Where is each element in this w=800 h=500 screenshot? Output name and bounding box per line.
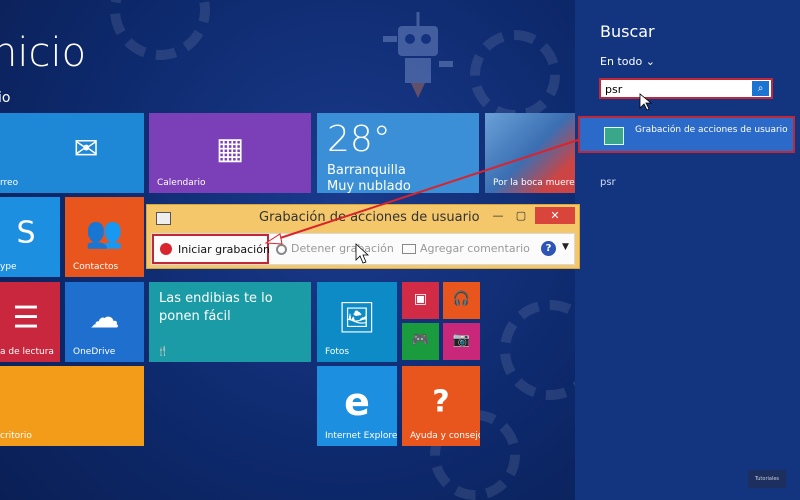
calendar-icon: ▦ [215,131,245,167]
weather-temp: 28° [327,119,391,160]
add-comment-label: Agregar comentario [420,242,530,255]
tile-food[interactable]: Las endibias te lo ponen fácil 🍴 [149,282,311,362]
photo-icon: 🖼 [337,300,377,336]
close-button[interactable]: ✕ [535,207,575,224]
tile-label: critorio [0,431,32,441]
stop-recording-button[interactable]: Detener grabación [276,239,394,259]
help-icon: ? [432,384,450,420]
help-button[interactable]: ? [541,241,556,256]
minimize-button[interactable]: — [487,207,509,224]
gear-decoration [500,300,575,400]
weather-condition: Muy nublado [327,179,411,193]
recorder-toolbar: Iniciar grabación Detener grabación Agre… [151,233,575,265]
tile-sport[interactable]: Por la boca muere [485,113,575,193]
tile-label: Fotos [325,347,350,357]
search-result-psr[interactable]: Grabación de acciones de usuario [578,116,795,153]
tile-video[interactable]: ▣ [402,282,439,319]
headphones-icon: 🎧 [452,290,471,307]
close-icon: ✕ [550,209,560,222]
tile-label: rreo [0,178,19,188]
start-user: io [0,90,11,106]
search-result-label: Grabación de acciones de usuario [635,125,788,135]
steps-recorder-window: Grabación de acciones de usuario — ▢ ✕ I… [146,204,580,269]
tile-contacts[interactable]: 👥 Contactos [65,197,144,277]
tile-label: a de lectura [0,347,54,357]
people-icon: 👥 [85,215,124,251]
ie-icon: e [344,380,370,424]
comment-icon [402,244,416,254]
tile-label: Internet Explorer [325,431,397,441]
start-recording-button[interactable]: Iniciar grabación [152,234,270,264]
record-icon [160,243,172,255]
cloud-icon: ☁ [89,300,120,336]
maximize-button[interactable]: ▢ [509,207,533,224]
watermark-logo: Tutoriales [748,470,786,488]
tile-label: Ayuda y consejos [410,431,480,441]
food-text: Las endibias te lo ponen fácil [159,291,273,324]
mail-icon: ✉ [73,131,99,167]
fork-icon: 🍴 [157,347,169,357]
steps-recorder-icon [604,127,624,145]
skype-icon: S [16,215,36,251]
tile-ie[interactable]: e Internet Explorer [317,366,397,446]
tile-help[interactable]: ? Ayuda y consejos [402,366,480,446]
tile-mail[interactable]: ✉ rreo [0,113,144,193]
gamepad-icon: 🎮 [411,331,430,348]
window-title: Grabación de acciones de usuario [259,210,480,225]
tile-skype[interactable]: S ype [0,197,60,277]
tile-label: ype [0,262,17,272]
search-button[interactable]: ⌕ [752,81,769,96]
gear-decoration [470,30,560,120]
start-title: nicio [0,30,87,76]
search-icon: ⌕ [757,83,764,94]
tile-calendar[interactable]: ▦ Calendario [149,113,311,193]
steps-recorder-icon [156,212,171,225]
search-box: ⌕ [599,78,773,99]
maximize-icon: ▢ [515,209,527,222]
stop-recording-label: Detener grabación [291,242,394,255]
tile-label: Calendario [157,178,206,188]
tile-reading-list[interactable]: ☰ a de lectura [0,282,60,362]
minimize-icon: — [492,209,504,222]
robot-decoration [383,12,453,98]
tile-desktop[interactable]: critorio [0,366,144,446]
search-title: Buscar [600,22,655,41]
add-comment-button[interactable]: Agregar comentario [402,239,530,259]
tile-weather[interactable]: 28° Barranquilla Muy nublado [317,113,479,193]
tile-games[interactable]: 🎮 [402,323,439,360]
tile-camera[interactable]: 📷 [443,323,480,360]
reading-list-icon: ☰ [12,300,40,336]
gear-decoration [110,0,210,60]
tile-onedrive[interactable]: ☁ OneDrive [65,282,144,362]
stop-icon [276,243,287,255]
start-recording-label: Iniciar grabación [178,243,270,256]
tile-label: Por la boca muere [493,178,575,188]
tile-music[interactable]: 🎧 [443,282,480,319]
chevron-down-icon: ⌄ [645,55,655,68]
video-icon: ▣ [413,290,428,307]
search-input[interactable] [605,81,745,97]
camera-icon: 📷 [452,331,471,348]
chevron-down-icon[interactable]: ▼ [562,242,569,252]
search-suggestion[interactable]: psr [600,177,616,188]
search-scope-label: En todo [600,55,643,68]
tile-label: Contactos [73,262,119,272]
search-pane: Buscar En todo ⌄ ⌕ Grabación de acciones… [575,0,800,500]
tile-label: OneDrive [73,347,116,357]
search-scope-dropdown[interactable]: En todo ⌄ [600,55,655,68]
weather-city: Barranquilla [327,163,406,178]
tile-photos[interactable]: 🖼 Fotos [317,282,397,362]
